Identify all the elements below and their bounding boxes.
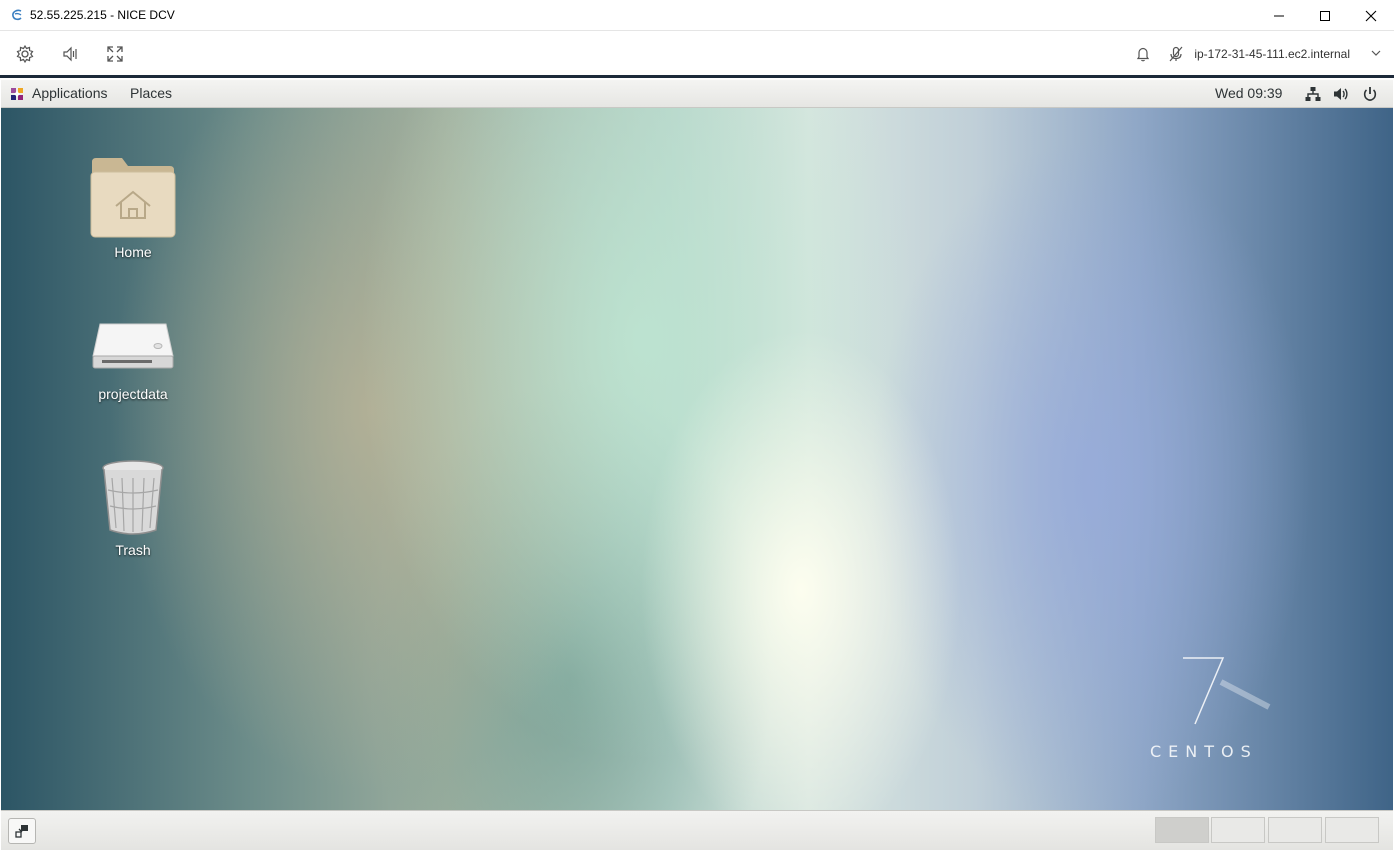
- settings-button[interactable]: [14, 43, 36, 65]
- remote-desktop[interactable]: Applications Places Wed 09:39 Home proje…: [1, 80, 1393, 850]
- volume-icon[interactable]: [1332, 85, 1350, 103]
- power-icon[interactable]: [1361, 85, 1379, 103]
- applications-menu[interactable]: Applications: [32, 85, 108, 101]
- desktop-icon-label: Home: [114, 244, 152, 260]
- desktop-icon-label: Trash: [115, 542, 151, 558]
- show-desktop-button[interactable]: [8, 818, 36, 844]
- desktop-icon-projectdata[interactable]: projectdata: [78, 312, 188, 402]
- window-titlebar: 52.55.225.215 - NICE DCV: [0, 0, 1394, 31]
- fullscreen-button[interactable]: [104, 43, 126, 65]
- minimize-button[interactable]: [1256, 0, 1302, 31]
- audio-button[interactable]: [59, 43, 81, 65]
- drive-icon: [92, 323, 174, 369]
- workspace-3[interactable]: [1268, 817, 1322, 843]
- centos-seven-watermark: [1183, 657, 1271, 725]
- gear-icon: [16, 44, 34, 64]
- gnome-bottom-panel: [1, 810, 1393, 850]
- dcv-toolbar: ip-172-31-45-111.ec2.internal: [0, 31, 1394, 78]
- workspace-4[interactable]: [1325, 817, 1379, 843]
- chevron-down-icon[interactable]: [1370, 47, 1382, 59]
- clock[interactable]: Wed 09:39: [1215, 85, 1282, 101]
- close-button[interactable]: [1348, 0, 1394, 31]
- close-icon: [1365, 10, 1377, 21]
- bell-icon: [1136, 47, 1150, 62]
- trash-icon: [102, 460, 164, 535]
- network-icon[interactable]: [1304, 85, 1322, 103]
- home-folder-icon: [90, 158, 176, 238]
- centos-wordmark: CENTOS: [1150, 742, 1258, 761]
- maximize-icon: [1320, 10, 1330, 21]
- maximize-button[interactable]: [1302, 0, 1348, 31]
- desktop-icon-trash[interactable]: Trash: [78, 458, 188, 558]
- desktop-icon-label: projectdata: [98, 386, 168, 402]
- show-desktop-icon: [15, 825, 28, 838]
- host-name[interactable]: ip-172-31-45-111.ec2.internal: [1194, 47, 1350, 61]
- gnome-top-panel: Applications Places Wed 09:39: [1, 80, 1393, 108]
- fullscreen-icon: [107, 46, 123, 62]
- mic-off-icon: [1169, 46, 1183, 62]
- desktop-icon-home[interactable]: Home: [78, 154, 188, 260]
- audio-icon: [63, 46, 77, 62]
- workspace-1[interactable]: [1155, 817, 1209, 843]
- centos-logo-icon: [11, 88, 23, 100]
- notifications-button[interactable]: [1132, 43, 1154, 65]
- window-title: 52.55.225.215 - NICE DCV: [30, 8, 175, 22]
- places-menu[interactable]: Places: [130, 85, 172, 101]
- dcv-app-icon: [12, 9, 22, 21]
- workspace-2[interactable]: [1211, 817, 1265, 843]
- microphone-button[interactable]: [1165, 43, 1187, 65]
- minimize-icon: [1274, 15, 1284, 16]
